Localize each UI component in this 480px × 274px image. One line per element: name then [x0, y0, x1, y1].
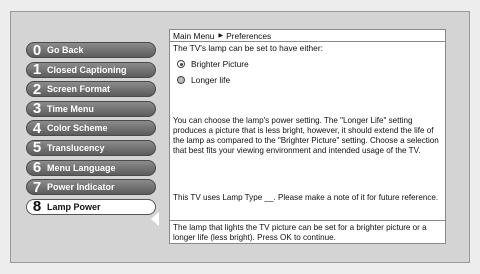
- menu-item-color-scheme[interactable]: 4 Color Scheme: [26, 119, 156, 137]
- menu-item-go-back[interactable]: 0 Go Back: [26, 42, 156, 58]
- menu-item-number: 7: [32, 178, 42, 196]
- lamp-prompt: The TV's lamp can be set to have either:: [173, 43, 323, 53]
- selection-pointer: [151, 212, 159, 226]
- menu-item-label: Translucency: [47, 142, 105, 153]
- menu-item-power-indicator[interactable]: 7 Power Indicator: [26, 178, 156, 196]
- radio-unselected-icon[interactable]: [177, 76, 185, 84]
- menu-item-screen-format[interactable]: 2 Screen Format: [26, 80, 156, 98]
- menu-item-label: Lamp Power: [47, 201, 101, 212]
- lamp-type-note: This TV uses Lamp Type __. Please make a…: [173, 193, 439, 202]
- menu-item-number: 4: [32, 119, 42, 137]
- breadcrumb-current: Preferences: [226, 30, 272, 41]
- menu-item-number: 5: [32, 139, 42, 157]
- option-label: Brighter Picture: [191, 59, 249, 69]
- preferences-panel: Main Menu ▶ Preferences The TV's lamp ca…: [169, 29, 446, 244]
- breadcrumb-root: Main Menu: [173, 30, 215, 41]
- menu-item-number: 2: [32, 80, 42, 98]
- menu-item-lamp-power[interactable]: 8 Lamp Power: [26, 198, 156, 216]
- menu-item-time-menu[interactable]: 3 Time Menu: [26, 100, 156, 118]
- menu-item-label: Closed Captioning: [47, 64, 127, 75]
- menu-item-label: Color Scheme: [47, 123, 108, 134]
- menu-item-number: 1: [32, 61, 42, 79]
- option-label: Longer life: [191, 75, 231, 85]
- menu-item-label: Menu Language: [47, 162, 116, 173]
- menu-item-label: Screen Format: [47, 84, 111, 95]
- menu-item-label: Time Menu: [47, 103, 94, 114]
- menu-item-number: 3: [32, 100, 42, 118]
- menu-item-label: Power Indicator: [47, 182, 115, 193]
- breadcrumb: Main Menu ▶ Preferences: [170, 30, 445, 42]
- preferences-menu: 0 Go Back 1 Closed Captioning 2 Screen F…: [26, 42, 156, 218]
- description-text: You can choose the lamp's power setting.…: [173, 116, 439, 155]
- menu-item-menu-language[interactable]: 6 Menu Language: [26, 159, 156, 177]
- triangle-right-icon: ▶: [218, 32, 224, 39]
- menu-item-label: Go Back: [47, 45, 84, 55]
- menu-item-number: 8: [32, 198, 42, 216]
- menu-item-translucency[interactable]: 5 Translucency: [26, 139, 156, 157]
- help-footer: The lamp that lights the TV picture can …: [170, 220, 445, 243]
- option-brighter-picture[interactable]: Brighter Picture: [177, 58, 445, 70]
- radio-selected-icon[interactable]: [177, 60, 185, 68]
- menu-item-closed-captioning[interactable]: 1 Closed Captioning: [26, 61, 156, 79]
- menu-item-number: 6: [32, 159, 42, 177]
- menu-item-number: 0: [32, 41, 42, 59]
- option-longer-life[interactable]: Longer life: [177, 74, 445, 86]
